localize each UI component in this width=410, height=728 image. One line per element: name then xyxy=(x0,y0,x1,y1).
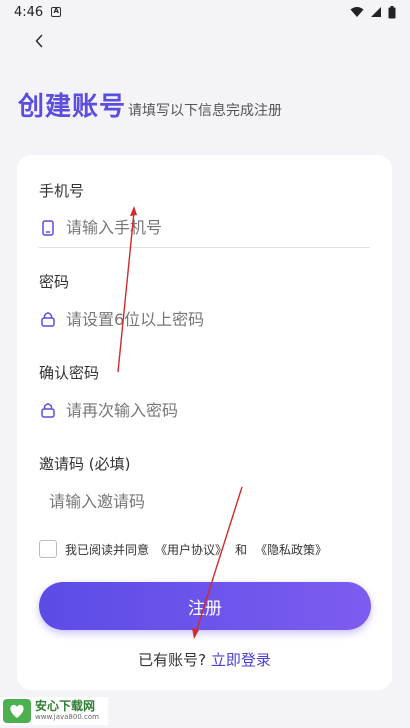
phone-input[interactable] xyxy=(66,218,346,237)
agreement-row: 我已阅读并同意 《用户协议》 和 《隐私政策》 xyxy=(39,540,327,558)
wifi-icon xyxy=(350,7,364,17)
page-title: 创建账号 xyxy=(18,92,127,122)
invite-code-field-row xyxy=(39,481,370,521)
password-label: 密码 xyxy=(39,273,70,291)
watermark: 安心下载网 www.java800.com xyxy=(0,697,108,725)
status-bar: 4:46 A xyxy=(0,0,410,24)
watermark-url: www.java800.com xyxy=(35,713,99,721)
back-button[interactable] xyxy=(28,30,50,52)
status-icons xyxy=(350,5,396,19)
chevron-left-icon xyxy=(35,34,43,48)
password-input[interactable] xyxy=(66,309,346,329)
signal-icon xyxy=(371,7,381,17)
password-field-row xyxy=(39,299,370,339)
page-subtitle: 请填写以下信息完成注册 xyxy=(128,103,283,119)
invite-code-input[interactable] xyxy=(49,491,329,511)
agree-checkbox[interactable] xyxy=(39,540,57,558)
agreement-prefix: 我已阅读并同意 xyxy=(65,542,150,557)
user-agreement-link[interactable]: 《用户协议》 xyxy=(155,541,227,558)
phone-field-row xyxy=(39,208,370,248)
phone-label: 手机号 xyxy=(39,182,85,200)
register-form-card: 手机号 密码 确认密码 邀请码 (必填) xyxy=(17,155,392,690)
register-button[interactable]: 注册 xyxy=(39,582,371,630)
status-time: 4:46 xyxy=(14,4,44,20)
confirm-password-field-row xyxy=(39,390,370,430)
lock-icon xyxy=(39,401,57,419)
confirm-password-label: 确认密码 xyxy=(39,364,100,382)
page-header: 创建账号 请填写以下信息完成注册 xyxy=(18,86,282,123)
notification-icon: A xyxy=(51,7,62,17)
battery-icon xyxy=(388,5,396,18)
privacy-policy-link[interactable]: 《隐私政策》 xyxy=(255,541,327,558)
invite-code-label: 邀请码 (必填) xyxy=(39,455,131,473)
watermark-logo-icon xyxy=(3,699,31,723)
watermark-title: 安心下载网 xyxy=(35,699,96,713)
lock-icon xyxy=(39,310,57,328)
login-prompt-row: 已有账号? 立即登录 xyxy=(17,649,392,670)
confirm-password-input[interactable] xyxy=(66,400,346,420)
phone-icon xyxy=(39,219,57,237)
agreement-and: 和 xyxy=(235,542,248,557)
login-link[interactable]: 立即登录 xyxy=(211,651,271,669)
login-prompt: 已有账号? xyxy=(138,651,207,669)
